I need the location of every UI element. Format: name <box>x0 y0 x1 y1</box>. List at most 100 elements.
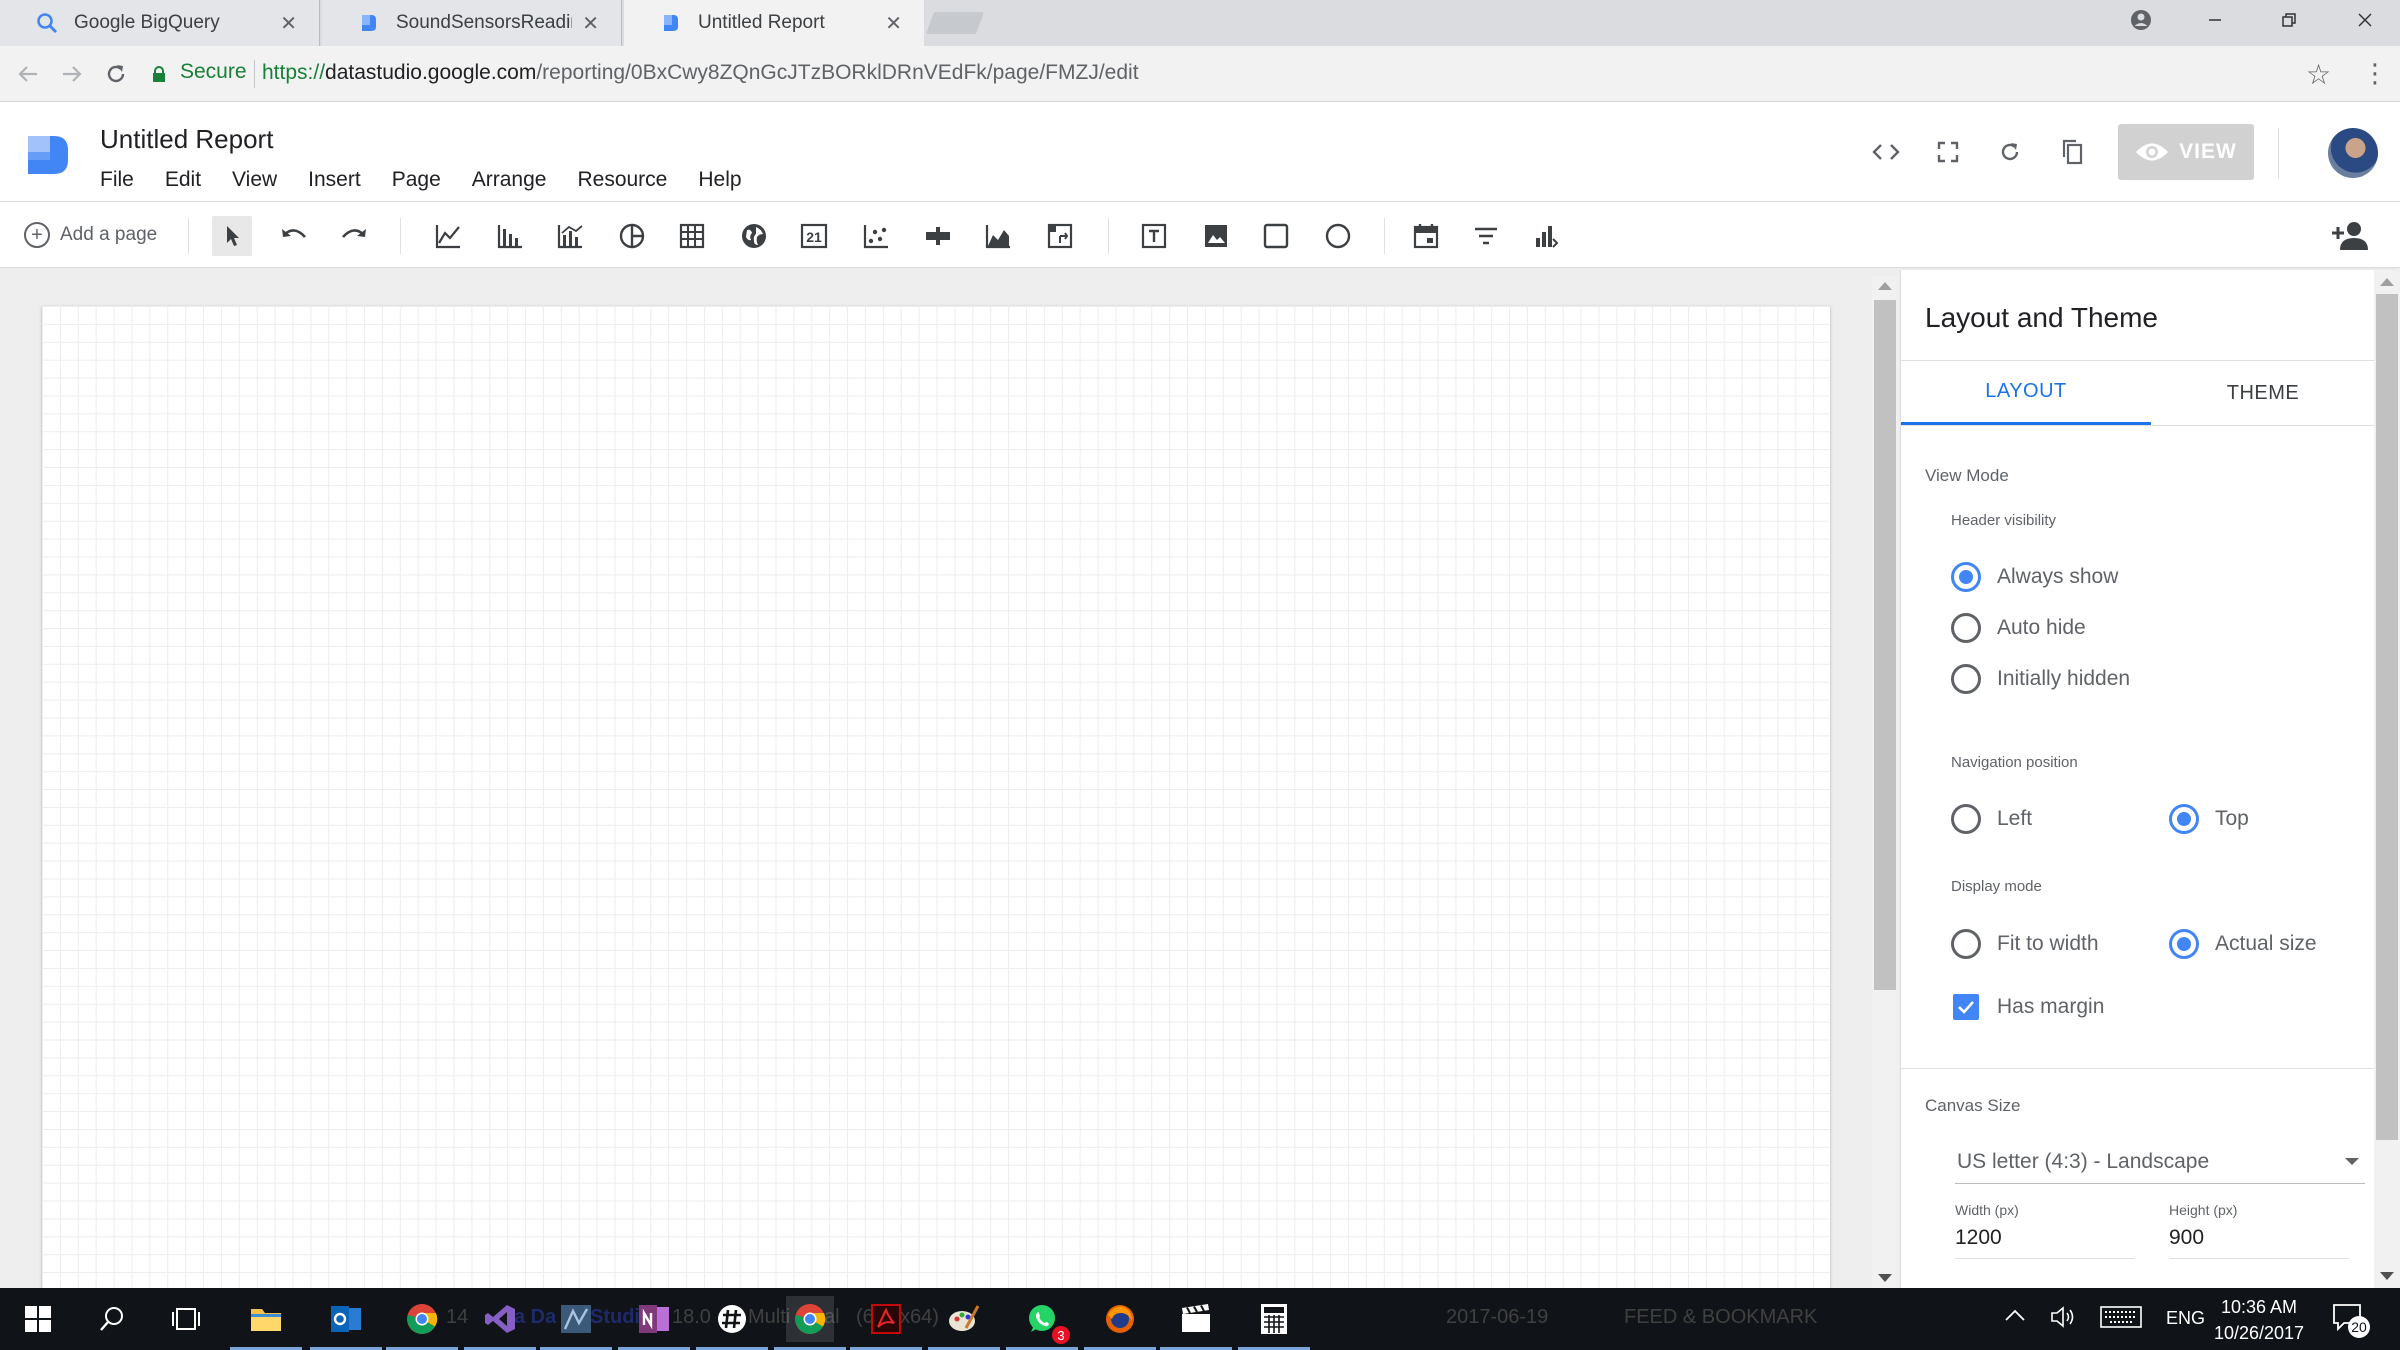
onenote-icon[interactable] <box>618 1296 690 1350</box>
menu-insert[interactable]: Insert <box>308 168 361 192</box>
sql-server-icon[interactable] <box>540 1296 612 1350</box>
share-add-person-icon[interactable] <box>2330 218 2370 254</box>
close-icon[interactable]: ✕ <box>582 11 599 36</box>
menu-help[interactable]: Help <box>698 168 741 192</box>
secure-indicator[interactable]: Secure <box>152 60 247 84</box>
tab-layout[interactable]: LAYOUT <box>1901 361 2151 425</box>
task-view-icon[interactable] <box>162 1296 210 1342</box>
datastudio-logo-icon[interactable] <box>28 132 68 174</box>
height-input[interactable]: 900 <box>2169 1226 2349 1259</box>
url-field[interactable]: https://datastudio.google.com/reporting/… <box>262 61 1139 85</box>
fullscreen-icon[interactable] <box>1932 136 1964 168</box>
minimize-icon[interactable] <box>2180 0 2250 40</box>
pivot-table-icon[interactable] <box>1040 216 1080 256</box>
area-chart-icon[interactable] <box>978 216 1018 256</box>
language-indicator[interactable]: ENG <box>2166 1308 2205 1329</box>
copy-report-icon[interactable] <box>2056 136 2088 168</box>
text-box-icon[interactable] <box>1134 216 1174 256</box>
browser-tab-bigquery[interactable]: Google BigQuery ✕ <box>0 0 320 46</box>
report-title[interactable]: Untitled Report <box>100 124 273 155</box>
firefox-icon[interactable] <box>1084 1296 1156 1350</box>
filter-control-icon[interactable] <box>1466 216 1506 256</box>
close-window-icon[interactable] <box>2330 0 2400 40</box>
canvas-size-select[interactable]: US letter (4:3) - Landscape <box>1955 1140 2365 1184</box>
width-field[interactable]: Width (px) 1200 <box>1955 1202 2135 1259</box>
add-page-button[interactable]: + Add a page <box>24 222 157 248</box>
paint-icon[interactable] <box>928 1296 1000 1350</box>
back-arrow-icon[interactable] <box>12 58 44 90</box>
outlook-icon[interactable] <box>310 1296 382 1350</box>
search-icon[interactable] <box>88 1296 136 1342</box>
browser-tab-soundsensors[interactable]: SoundSensorsReadingTa ✕ <box>322 0 622 46</box>
file-explorer-icon[interactable] <box>230 1296 302 1350</box>
radio-fit-to-width[interactable]: Fit to width <box>1951 929 2099 959</box>
scroll-up-icon[interactable] <box>2380 278 2394 286</box>
scrollbar-thumb[interactable] <box>1874 300 1896 990</box>
scrollbar-thumb[interactable] <box>2376 294 2398 1140</box>
keyboard-icon[interactable] <box>2100 1306 2142 1333</box>
browser-menu-icon[interactable]: ⋮ <box>2362 58 2388 89</box>
calculator-icon[interactable] <box>1238 1296 1310 1350</box>
new-tab-button[interactable] <box>925 12 985 34</box>
height-field[interactable]: Height (px) 900 <box>2169 1202 2349 1259</box>
radio-actual-size[interactable]: Actual size <box>2169 929 2317 959</box>
geo-map-icon[interactable] <box>734 216 774 256</box>
menu-edit[interactable]: Edit <box>165 168 201 192</box>
show-hidden-icons-icon[interactable] <box>2004 1306 2026 1327</box>
menu-page[interactable]: Page <box>392 168 441 192</box>
date-range-icon[interactable] <box>1406 216 1446 256</box>
radio-nav-top[interactable]: Top <box>2169 804 2249 834</box>
forward-arrow-icon[interactable] <box>56 58 88 90</box>
redo-icon[interactable] <box>334 216 374 256</box>
time-series-chart-icon[interactable] <box>428 216 468 256</box>
close-icon[interactable]: ✕ <box>280 11 297 36</box>
visual-studio-icon[interactable] <box>464 1296 536 1350</box>
action-center-icon[interactable]: 20 <box>2332 1302 2370 1338</box>
scroll-down-icon[interactable] <box>1878 1274 1892 1282</box>
movie-maker-icon[interactable] <box>1160 1296 1232 1350</box>
pie-chart-icon[interactable] <box>612 216 652 256</box>
radio-nav-left[interactable]: Left <box>1951 804 2032 834</box>
canvas-scrollbar[interactable] <box>1872 276 1898 1288</box>
avatar[interactable] <box>2328 128 2378 178</box>
radio-initially-hidden[interactable]: Initially hidden <box>1951 664 2130 694</box>
browser-tab-untitled-report[interactable]: Untitled Report ✕ <box>624 0 924 46</box>
chrome-icon[interactable] <box>386 1296 458 1350</box>
scroll-up-icon[interactable] <box>1878 282 1892 290</box>
acrobat-icon[interactable] <box>850 1296 922 1350</box>
circle-icon[interactable] <box>1318 216 1358 256</box>
windows-start-icon[interactable] <box>14 1296 62 1342</box>
whatsapp-icon[interactable]: 3 <box>1006 1296 1078 1350</box>
menu-arrange[interactable]: Arrange <box>472 168 547 192</box>
table-icon[interactable] <box>672 216 712 256</box>
tab-theme[interactable]: THEME <box>2151 361 2375 425</box>
reload-icon[interactable] <box>100 58 132 90</box>
radio-always-show[interactable]: Always show <box>1951 562 2118 592</box>
menu-resource[interactable]: Resource <box>577 168 667 192</box>
slack-icon[interactable] <box>696 1296 768 1350</box>
has-margin-checkbox[interactable]: Has margin <box>1953 994 2104 1020</box>
menu-view[interactable]: View <box>232 168 277 192</box>
select-tool-icon[interactable] <box>212 216 252 256</box>
volume-icon[interactable] <box>2050 1304 2078 1335</box>
scorecard-icon[interactable]: 21 <box>794 216 834 256</box>
bullet-chart-icon[interactable] <box>918 216 958 256</box>
rectangle-icon[interactable] <box>1256 216 1296 256</box>
bar-chart-icon[interactable] <box>490 216 530 256</box>
restore-icon[interactable] <box>2254 0 2324 40</box>
image-icon[interactable] <box>1196 216 1236 256</box>
chrome-icon[interactable] <box>774 1296 846 1350</box>
menu-file[interactable]: File <box>100 168 134 192</box>
combo-chart-icon[interactable] <box>550 216 590 256</box>
profile-icon[interactable] <box>2106 0 2176 40</box>
width-input[interactable]: 1200 <box>1955 1226 2135 1259</box>
taskbar-clock[interactable]: 10:36 AM 10/26/2017 <box>2204 1294 2314 1346</box>
panel-scrollbar[interactable] <box>2374 270 2400 1288</box>
scroll-down-icon[interactable] <box>2380 1272 2394 1280</box>
data-control-icon[interactable] <box>1526 216 1566 256</box>
undo-icon[interactable] <box>274 216 314 256</box>
radio-auto-hide[interactable]: Auto hide <box>1951 613 2086 643</box>
report-canvas[interactable] <box>42 306 1830 1296</box>
embed-code-icon[interactable] <box>1870 136 1902 168</box>
refresh-data-icon[interactable] <box>1994 136 2026 168</box>
